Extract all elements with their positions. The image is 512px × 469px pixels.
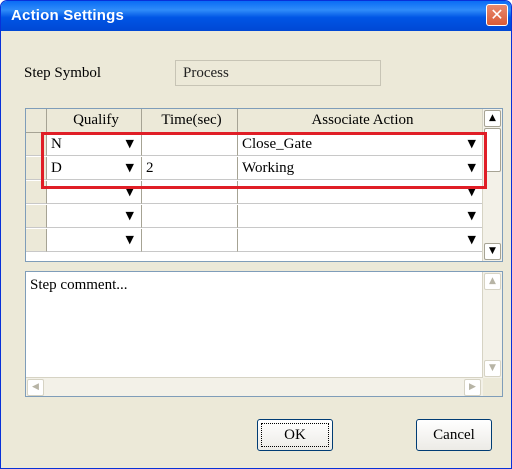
close-button[interactable]: ✕ <box>486 4 508 26</box>
scrollbar-corner <box>483 378 502 396</box>
scroll-down-button[interactable]: ▼ <box>484 360 501 377</box>
action-settings-dialog: Action Settings ✕ Step Symbol Process Qu… <box>0 0 512 469</box>
highlight-box <box>41 132 487 189</box>
action-select[interactable]: ▼ <box>238 205 483 228</box>
step-symbol-label: Step Symbol <box>24 65 102 81</box>
time-cell[interactable] <box>142 205 238 228</box>
chevron-down-icon[interactable]: ▼ <box>126 205 134 227</box>
scroll-up-button[interactable]: ▲ <box>484 110 501 127</box>
chevron-down-icon[interactable]: ▼ <box>468 229 476 251</box>
scroll-left-button[interactable]: ◀ <box>27 379 44 396</box>
arrow-left-icon: ◀ <box>32 382 39 392</box>
comment-horizontal-scrollbar[interactable]: ◀ ▶ <box>26 377 483 396</box>
title-bar[interactable]: Action Settings ✕ <box>1 1 511 31</box>
header-corner <box>26 109 47 132</box>
arrow-down-icon: ▼ <box>489 246 496 256</box>
arrow-down-icon: ▼ <box>489 363 496 373</box>
qualify-select[interactable]: ▼ <box>47 229 142 252</box>
chevron-down-icon[interactable]: ▼ <box>126 229 134 251</box>
scroll-up-button[interactable]: ▲ <box>484 273 501 290</box>
row-header[interactable] <box>26 205 47 228</box>
arrow-up-icon: ▲ <box>489 113 496 123</box>
column-header-time: Time(sec) <box>142 109 238 132</box>
arrow-up-icon: ▲ <box>489 276 496 286</box>
table-row: ▼ ▼ <box>26 205 483 228</box>
column-header-qualify: Qualify <box>47 109 142 132</box>
arrow-right-icon: ▶ <box>469 382 476 392</box>
dialog-title: Action Settings <box>11 7 125 24</box>
column-header-action: Associate Action <box>311 112 414 128</box>
table-row: ▼ ▼ <box>26 229 483 252</box>
qualify-select[interactable]: ▼ <box>47 205 142 228</box>
scroll-right-button[interactable]: ▶ <box>464 379 481 396</box>
time-cell[interactable] <box>142 229 238 252</box>
close-icon: ✕ <box>490 5 504 24</box>
cancel-button[interactable]: Cancel <box>416 419 492 451</box>
ok-button[interactable]: OK <box>257 419 333 451</box>
grid-header: Qualify Time(sec) Associate Action <box>26 109 483 133</box>
step-comment-textarea[interactable]: Step comment... ▲ ▼ ◀ ▶ <box>25 271 503 397</box>
chevron-down-icon[interactable]: ▼ <box>468 205 476 227</box>
step-symbol-field: Process <box>175 60 381 86</box>
step-comment-text: Step comment... <box>30 277 128 293</box>
row-header[interactable] <box>26 229 47 252</box>
scroll-down-button[interactable]: ▼ <box>484 243 501 260</box>
action-select[interactable]: ▼ <box>238 229 483 252</box>
comment-vertical-scrollbar[interactable]: ▲ ▼ <box>482 272 502 378</box>
